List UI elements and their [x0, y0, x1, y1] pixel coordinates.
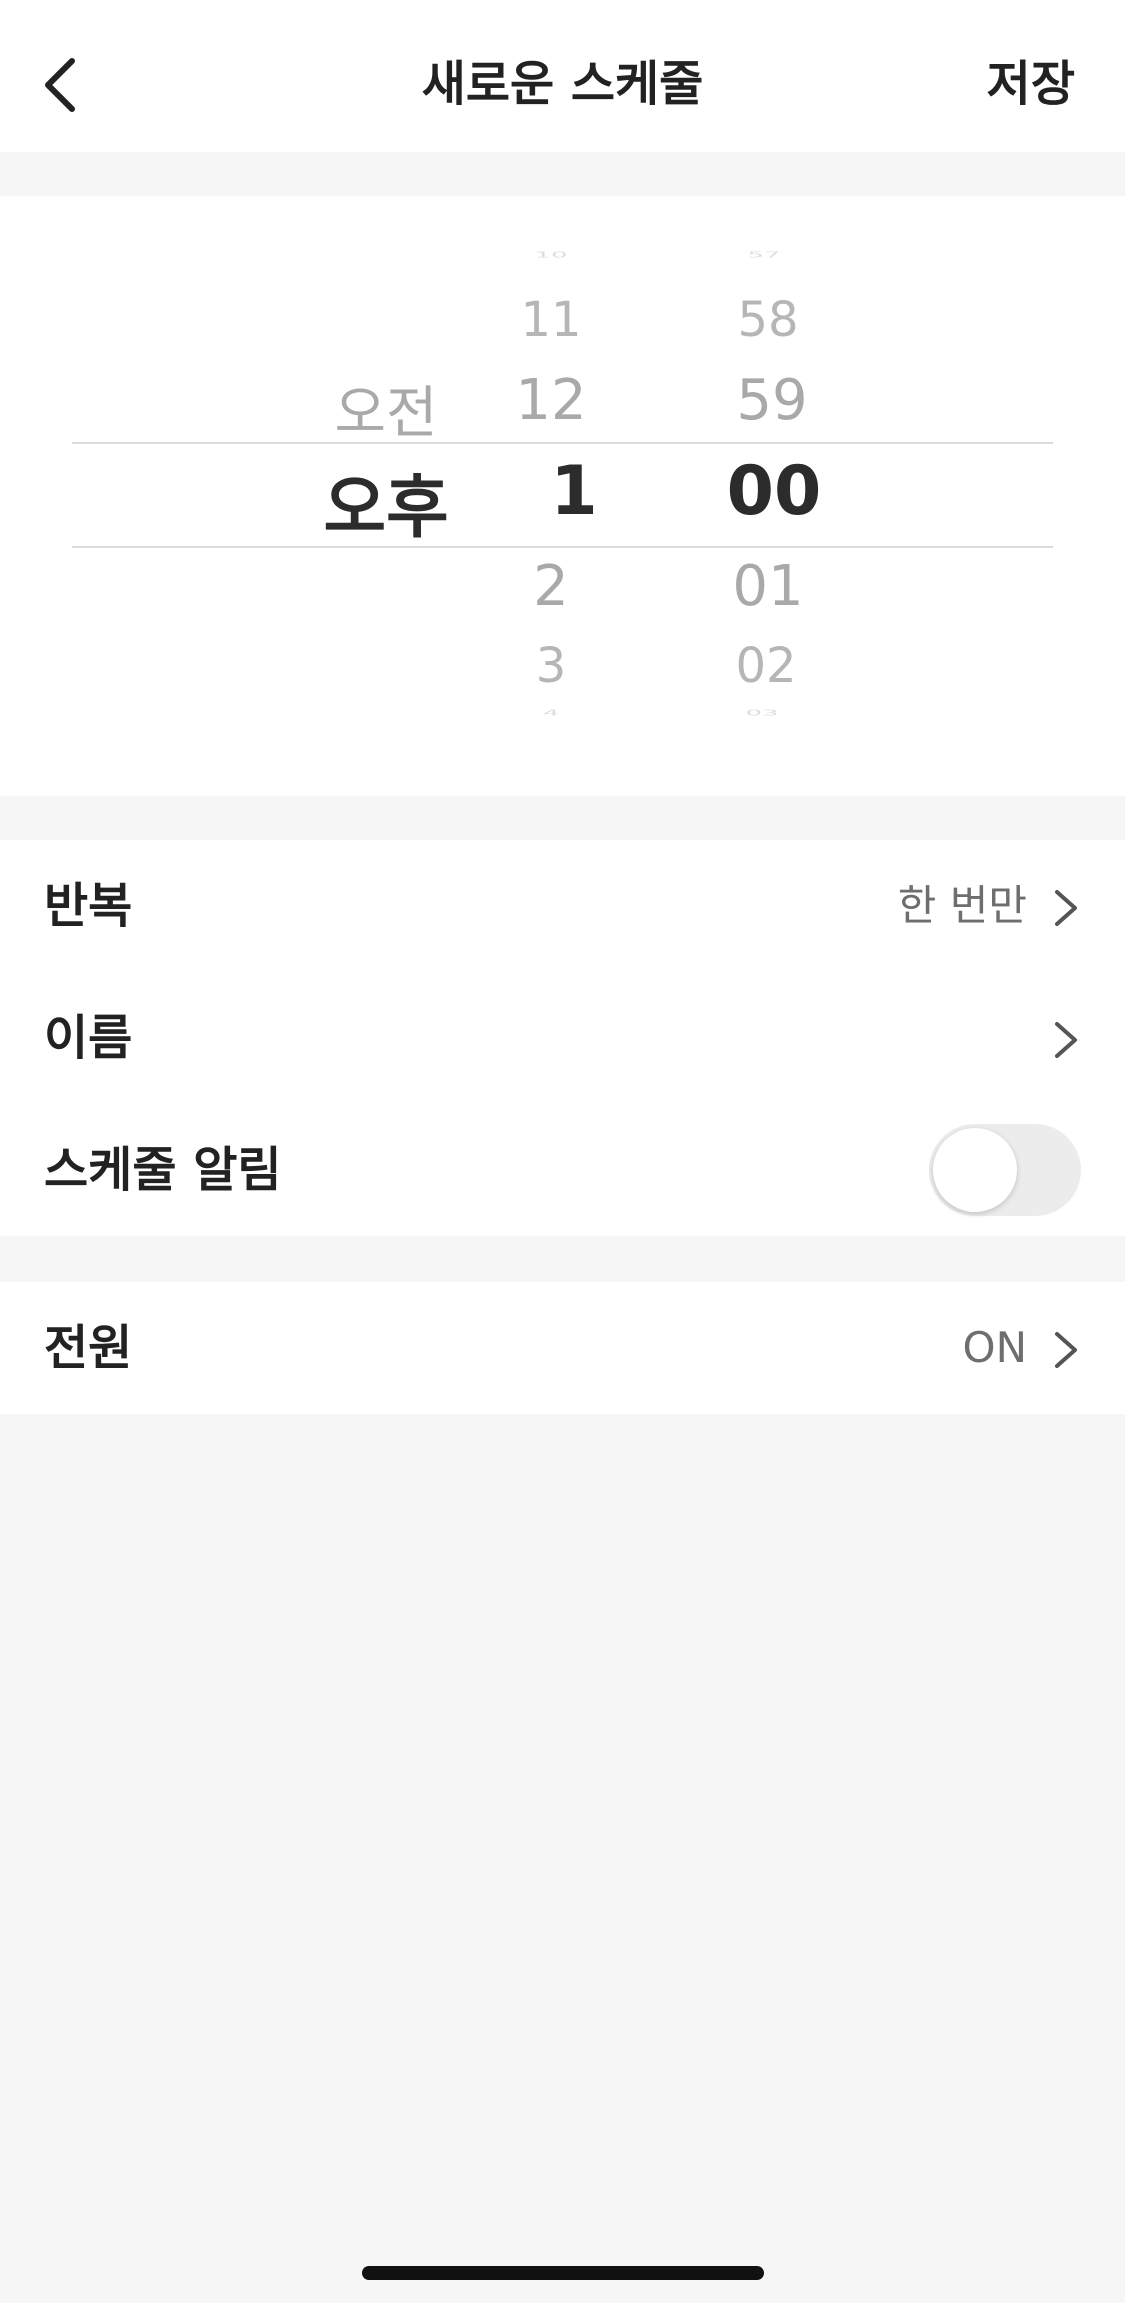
home-indicator[interactable]	[362, 2266, 764, 2280]
power-row[interactable]: 전원 ON	[0, 1282, 1125, 1414]
notification-label: 스케줄 알림	[44, 1142, 282, 1198]
minute-option[interactable]: 03	[745, 709, 778, 718]
repeat-label: 반복	[44, 878, 133, 934]
hour-selected[interactable]: 1	[550, 452, 597, 531]
hour-option[interactable]: 3	[536, 638, 567, 694]
chevron-right-icon	[1055, 890, 1077, 926]
hour-option[interactable]: 12	[515, 368, 586, 433]
page-title: 새로운 스케줄	[421, 56, 704, 112]
minute-option[interactable]: 58	[737, 292, 798, 348]
minute-selected[interactable]: 00	[727, 452, 822, 531]
power-settings-group: 전원 ON	[0, 1282, 1125, 1414]
notification-row: 스케줄 알림	[0, 1104, 1125, 1236]
power-value: ON	[962, 1323, 1027, 1372]
minute-option[interactable]: 02	[735, 638, 796, 694]
hour-option[interactable]: 2	[533, 554, 569, 619]
minute-option[interactable]: 59	[736, 368, 807, 433]
name-label: 이름	[44, 1010, 133, 1066]
hour-option[interactable]: 11	[520, 292, 581, 348]
ampm-option-am[interactable]: 오전	[334, 368, 437, 449]
toggle-knob	[933, 1128, 1017, 1212]
ampm-option-pm-selected[interactable]: 오후	[323, 452, 448, 551]
picker-selection-bottom-line	[72, 546, 1053, 548]
hour-option[interactable]: 4	[543, 709, 560, 718]
nav-header: 새로운 스케줄 저장	[0, 0, 1125, 152]
power-label: 전원	[44, 1320, 133, 1376]
minute-option[interactable]: 57	[747, 251, 780, 260]
picker-selection-top-line	[72, 442, 1053, 444]
repeat-row[interactable]: 반복 한 번만	[0, 840, 1125, 972]
notification-toggle[interactable]	[929, 1124, 1081, 1216]
schedule-settings-group: 반복 한 번만 이름 스케줄 알림	[0, 840, 1125, 1236]
repeat-value: 한 번만	[897, 881, 1027, 930]
save-button[interactable]: 저장	[987, 52, 1075, 116]
chevron-right-icon	[1055, 1022, 1077, 1058]
minute-option[interactable]: 01	[732, 554, 803, 619]
chevron-right-icon	[1055, 1332, 1077, 1368]
hour-option[interactable]: 10	[534, 251, 567, 260]
time-picker[interactable]: 오전 오후 10 11 12 1 2 3 4 57 58 59 00 01 02…	[0, 196, 1125, 796]
name-row[interactable]: 이름	[0, 972, 1125, 1104]
